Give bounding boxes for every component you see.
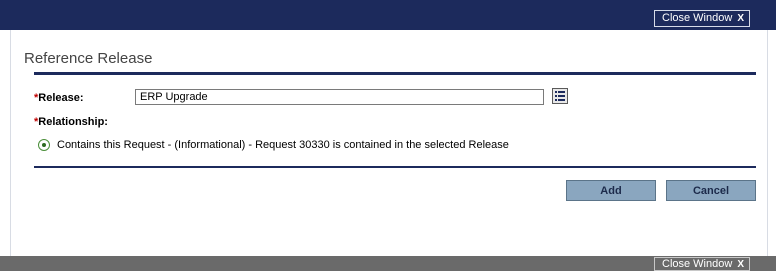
- relationship-option-text: Contains this Request - (Informational) …: [57, 139, 509, 151]
- close-window-button-bottom[interactable]: Close Window X: [654, 257, 750, 271]
- close-x-icon: X: [737, 13, 744, 24]
- list-icon: [555, 91, 565, 101]
- release-label-text: Release:: [38, 92, 84, 104]
- close-x-icon: X: [737, 259, 744, 270]
- relationship-radio[interactable]: [38, 139, 50, 151]
- relationship-label-text: Relationship:: [38, 116, 108, 128]
- page-title: Reference Release: [24, 50, 153, 67]
- release-label: *Release:: [34, 92, 84, 104]
- add-button[interactable]: Add: [566, 180, 656, 201]
- close-window-button[interactable]: Close Window X: [654, 10, 750, 27]
- radio-selected-dot: [42, 143, 46, 147]
- release-lookup-button[interactable]: [552, 88, 568, 104]
- title-divider: [34, 72, 756, 75]
- release-input[interactable]: [135, 89, 544, 105]
- form-divider: [34, 166, 756, 168]
- close-window-label: Close Window: [662, 258, 733, 270]
- close-window-label: Close Window: [662, 12, 733, 24]
- relationship-label: *Relationship:: [34, 116, 108, 128]
- cancel-button[interactable]: Cancel: [666, 180, 756, 201]
